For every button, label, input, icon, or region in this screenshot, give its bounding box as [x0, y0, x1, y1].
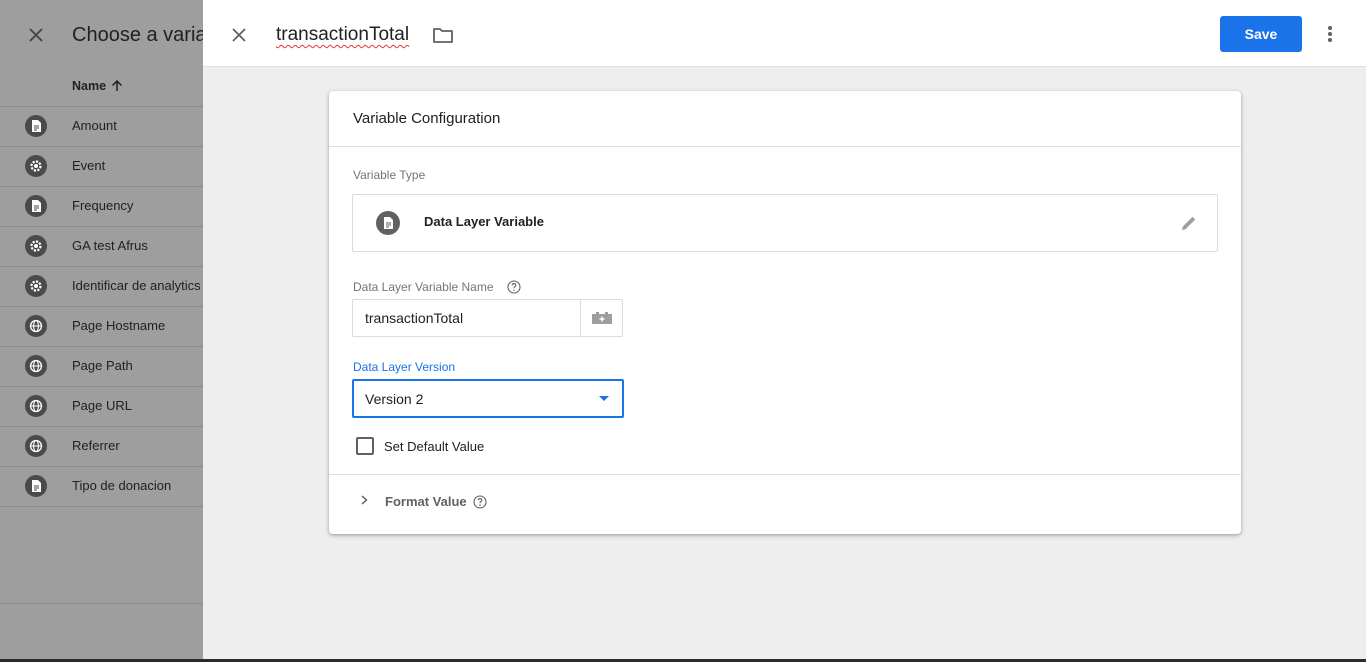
list-item-label: Event — [72, 158, 106, 173]
help-icon[interactable] — [473, 495, 487, 509]
list-item[interactable]: Amount — [0, 106, 203, 146]
list-item-label: Frequency — [72, 198, 134, 213]
variable-block-icon — [591, 312, 612, 324]
card-divider — [329, 146, 1241, 147]
document-icon — [25, 195, 47, 217]
dlv-name-label: Data Layer Variable Name — [353, 280, 494, 294]
document-icon — [25, 115, 47, 137]
save-button[interactable]: Save — [1220, 16, 1302, 52]
gear-icon — [25, 155, 47, 177]
list-item-label: Amount — [72, 118, 117, 133]
list-item[interactable]: Referrer — [0, 426, 203, 466]
variable-type-selector[interactable]: Data Layer Variable — [352, 194, 1218, 252]
close-icon[interactable] — [26, 25, 46, 45]
default-value-label: Set Default Value — [384, 439, 485, 454]
list-item[interactable]: Page URL — [0, 386, 203, 426]
name-column-header[interactable]: Name — [72, 79, 124, 93]
list-item-label: Identificar de analytics — [72, 278, 201, 293]
list-item[interactable]: Page Hostname — [0, 306, 203, 346]
list-item-label: Referrer — [72, 438, 120, 453]
more-vert-icon[interactable] — [1319, 23, 1341, 45]
globe-icon — [25, 355, 47, 377]
dlv-version-value: Version 2 — [365, 391, 424, 407]
globe-icon — [25, 435, 47, 457]
choose-variable-header: Choose a varia — [0, 0, 203, 70]
arrow-up-icon — [112, 79, 123, 91]
insert-variable-button[interactable] — [580, 299, 623, 337]
list-item-label: GA test Afrus — [72, 238, 148, 253]
panel-footer-divider — [0, 603, 203, 604]
list-item[interactable]: GA test Afrus — [0, 226, 203, 266]
card-divider — [329, 474, 1241, 475]
chevron-right-icon — [361, 495, 368, 505]
list-item[interactable]: Frequency — [0, 186, 203, 226]
editor-topbar: transactionTotal Save — [203, 2, 1366, 67]
gear-icon — [25, 275, 47, 297]
pencil-icon[interactable] — [1179, 213, 1199, 233]
name-column-label: Name — [72, 79, 107, 93]
document-icon — [25, 475, 47, 497]
dlv-version-label: Data Layer Version — [353, 360, 456, 374]
choose-variable-panel: Choose a varia Name Amount Event Frequen… — [0, 0, 203, 662]
dropdown-arrow-icon — [599, 396, 609, 401]
list-item[interactable]: Identificar de analytics — [0, 266, 203, 306]
help-icon[interactable] — [507, 280, 521, 294]
list-item-label: Tipo de donacion — [72, 478, 172, 493]
document-icon — [376, 211, 400, 235]
list-item[interactable]: Page Path — [0, 346, 203, 386]
close-icon[interactable] — [229, 25, 249, 45]
variable-name-title[interactable]: transactionTotal — [276, 24, 409, 46]
card-title: Variable Configuration — [353, 110, 501, 127]
list-item[interactable]: Event — [0, 146, 203, 186]
default-value-checkbox[interactable] — [356, 437, 374, 455]
folder-icon[interactable] — [432, 25, 454, 45]
choose-variable-title: Choose a varia — [72, 24, 203, 46]
globe-icon — [25, 315, 47, 337]
variable-type-label: Variable Type — [353, 168, 426, 182]
format-value-expander[interactable]: Format Value — [353, 491, 553, 513]
variable-type-value: Data Layer Variable — [424, 214, 544, 229]
dlv-version-select[interactable]: Version 2 — [352, 379, 624, 418]
list-item[interactable]: Tipo de donacion — [0, 466, 203, 507]
variable-configuration-card: Variable Configuration Variable Type Dat… — [329, 91, 1241, 534]
variable-editor-sheet: transactionTotal Save Variable Configura… — [203, 2, 1366, 660]
list-item-label: Page Path — [72, 358, 133, 373]
variable-list: Amount Event Frequency GA test Afrus Ide… — [0, 106, 203, 507]
gear-icon — [25, 235, 47, 257]
globe-icon — [25, 395, 47, 417]
dlv-name-input[interactable] — [352, 299, 580, 337]
list-item-label: Page Hostname — [72, 318, 166, 333]
format-value-label: Format Value — [385, 494, 467, 509]
list-item-label: Page URL — [72, 398, 132, 413]
